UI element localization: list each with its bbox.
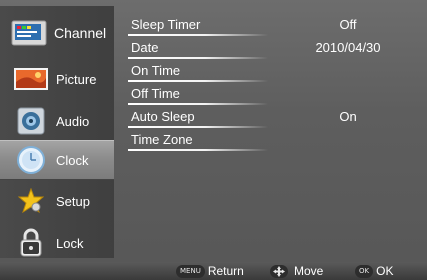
menu-key-icon: MENU [176,264,205,278]
setting-row-on-time[interactable]: On Time [118,60,418,82]
setting-value: 2010/04/30 [315,40,381,55]
sidebar-item-channel[interactable]: Channel [0,14,114,52]
sidebar-item-clock[interactable]: Clock [0,140,114,180]
setting-value: Off [339,17,357,32]
setting-row-date[interactable]: Date 2010/04/30 [118,37,418,59]
sidebar-item-label: Clock [56,152,89,168]
move-label: Move [294,264,324,278]
sidebar-item-label: Channel [54,25,107,41]
sidebar-item-picture[interactable]: Picture [0,60,114,98]
setting-name: Off Time [131,86,180,101]
setting-name: Auto Sleep [131,109,195,124]
setting-name: Time Zone [131,132,193,147]
setting-row-sleep-timer[interactable]: Sleep Timer Off [118,14,418,36]
settings-list: Sleep Timer Off Date 2010/04/30 On Time … [118,14,418,254]
setting-name: Date [131,40,159,55]
ok-hint: OK OK [355,262,393,280]
ok-key-icon: OK [355,264,374,278]
return-label: Return [207,264,244,278]
move-hint: Move [270,262,323,280]
sidebar: Channel Picture Audio Clock Setup Lock [0,6,114,258]
sidebar-item-label: Lock [56,235,84,251]
speaker-icon [12,105,50,137]
setting-name: On Time [131,63,181,78]
sidebar-item-label: Setup [56,193,90,209]
row-underline [128,80,268,82]
row-underline [128,103,268,105]
row-underline [128,57,268,59]
sidebar-item-setup[interactable]: Setup [0,182,114,220]
setting-row-off-time[interactable]: Off Time [118,83,418,105]
row-underline [128,126,268,128]
padlock-icon [12,227,50,259]
bottom-hint-bar: MENU Return Move OK OK [0,262,427,280]
ok-label: OK [376,264,394,278]
row-underline [128,149,268,151]
osd-menu: Channel Picture Audio Clock Setup Lock S… [0,0,427,280]
row-underline [128,34,268,36]
sidebar-item-label: Audio [56,113,90,129]
setting-row-time-zone[interactable]: Time Zone [118,129,418,151]
sidebar-item-lock[interactable]: Lock [0,224,114,262]
clock-icon [12,144,50,176]
setting-row-auto-sleep[interactable]: Auto Sleep On [118,106,418,128]
setting-name: Sleep Timer [131,17,201,32]
return-hint: MENU Return [176,262,244,280]
sidebar-item-label: Picture [56,71,97,87]
setting-value: On [339,109,357,124]
move-arrows-icon [270,264,288,278]
star-icon [12,185,50,217]
picture-icon [12,63,50,95]
tv-channel-icon [10,17,48,49]
sidebar-item-audio[interactable]: Audio [0,102,114,140]
